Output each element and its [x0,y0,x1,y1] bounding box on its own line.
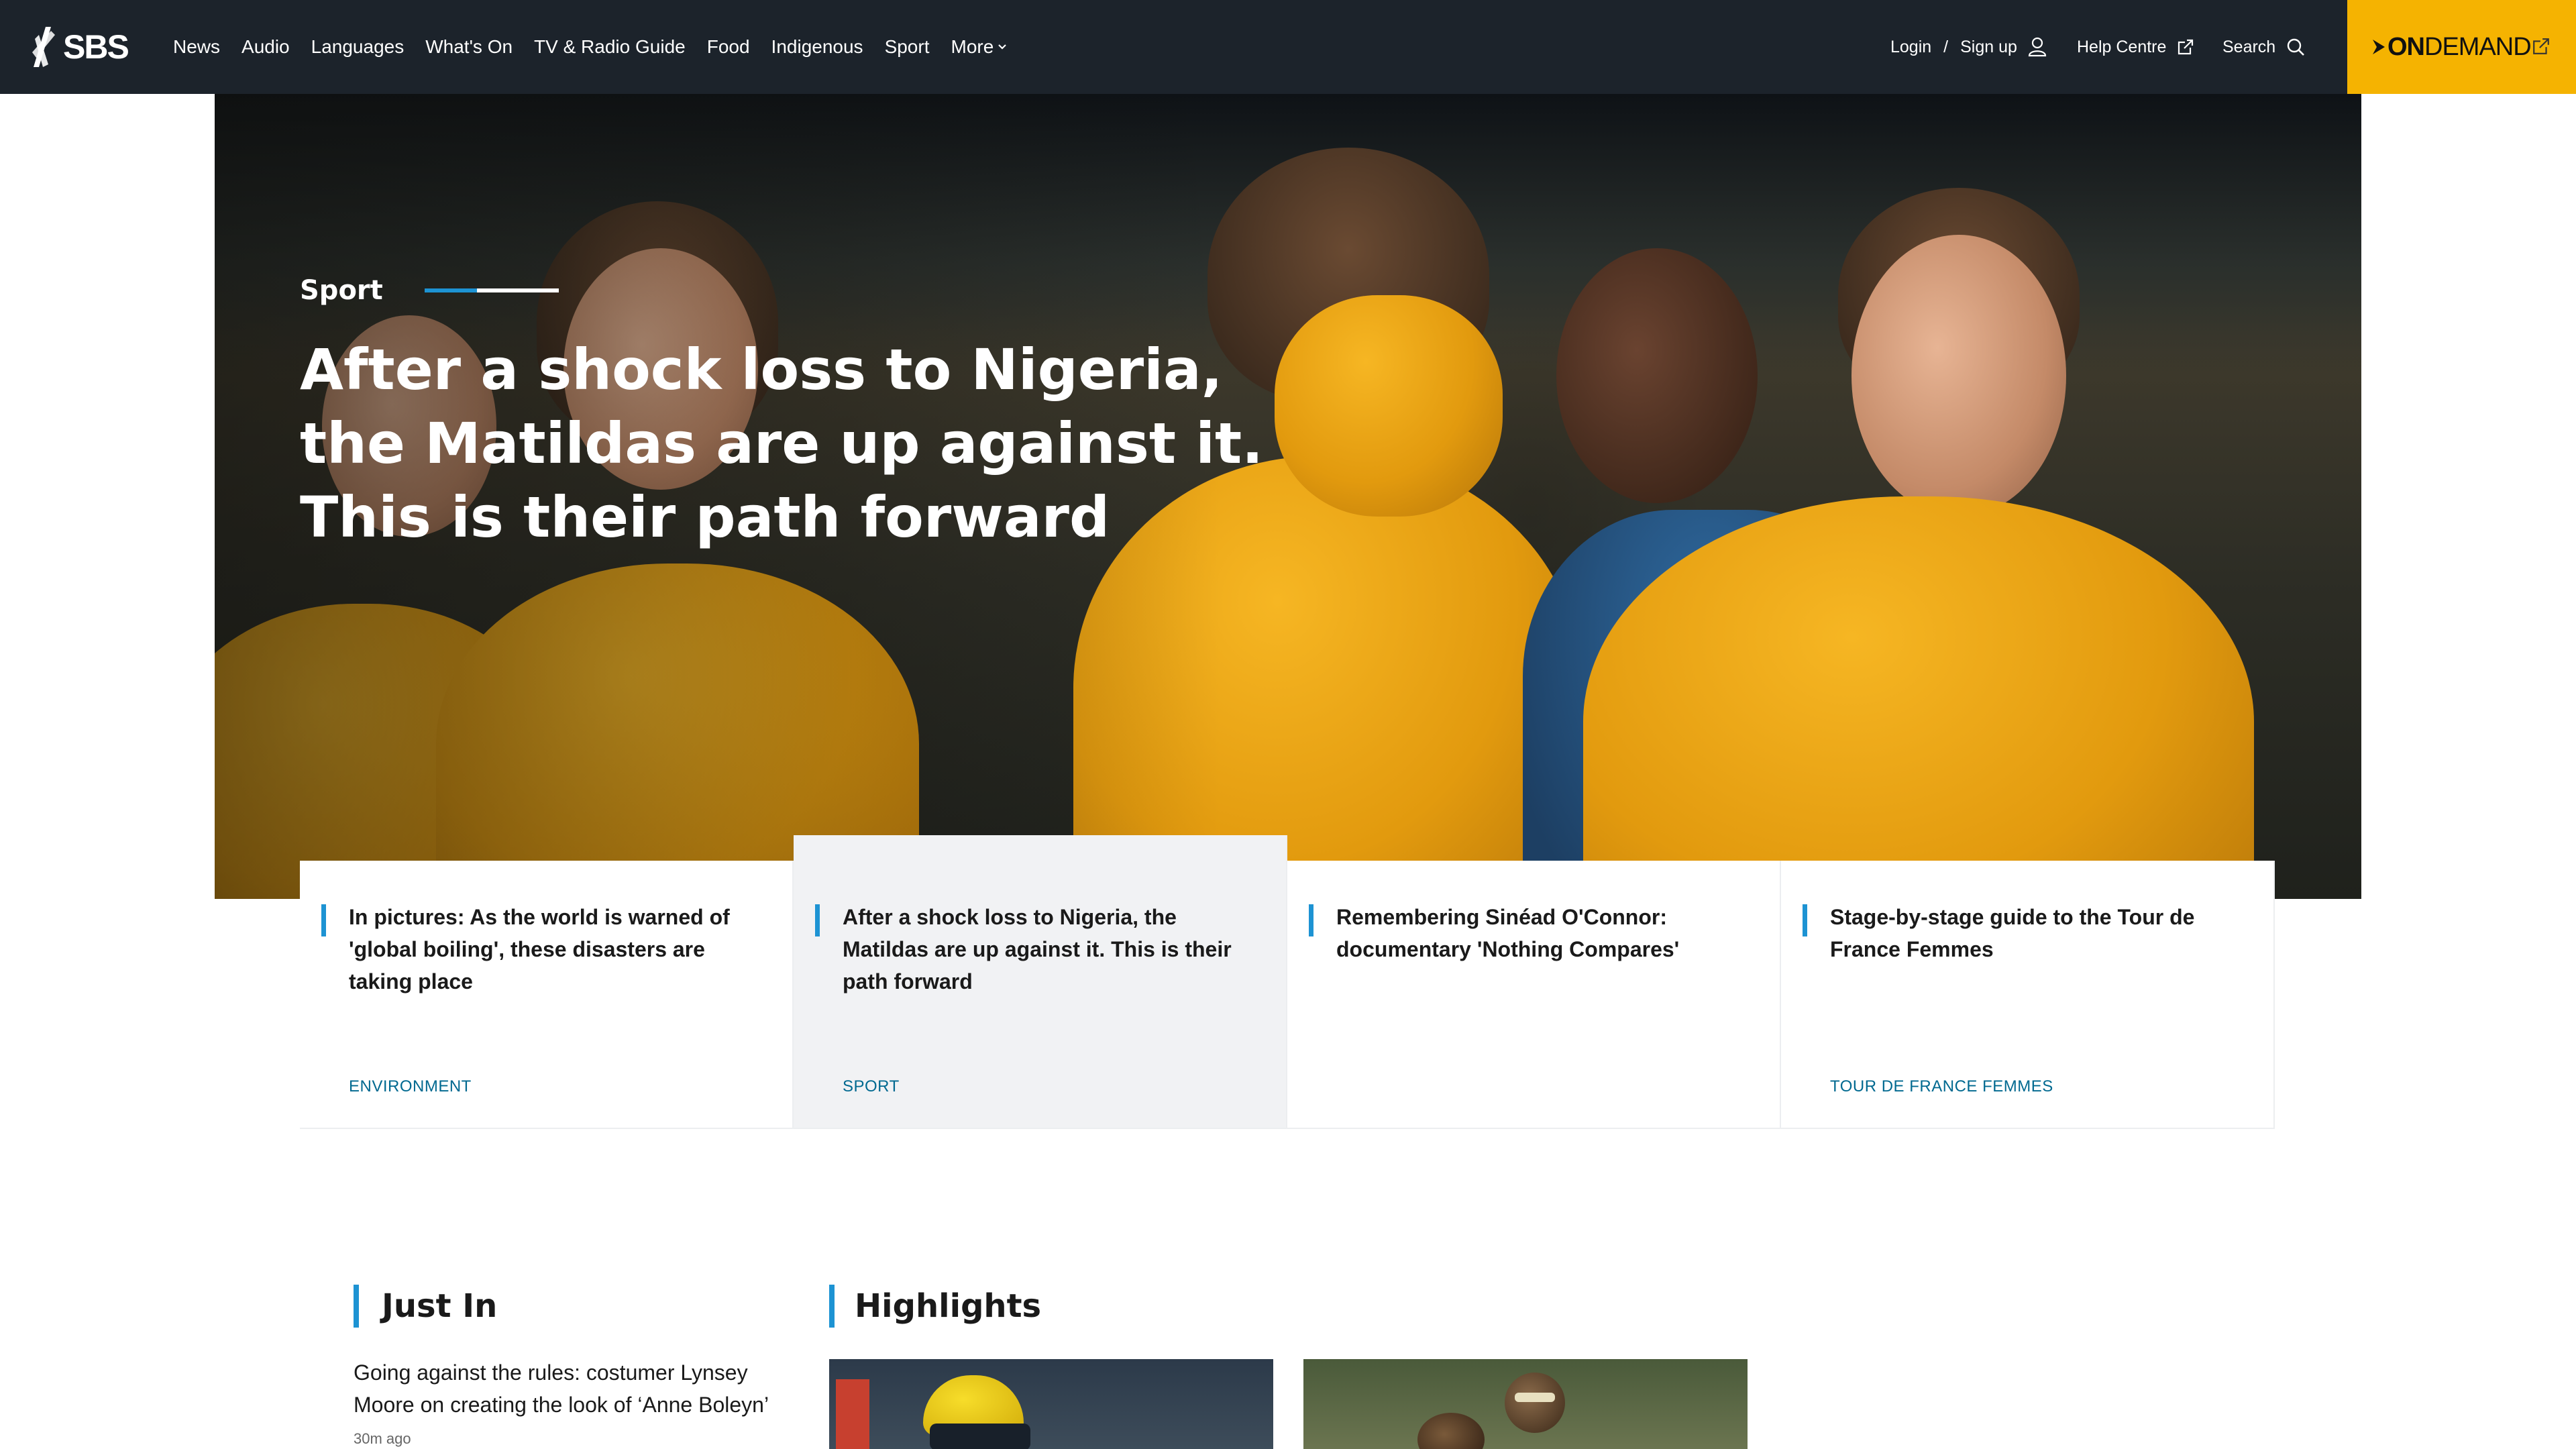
just-in-heading: Just In [354,1285,497,1328]
highlights-heading: Highlights [829,1285,1041,1328]
story-card-title: Remembering Sinéad O'Connor: documentary… [1336,905,1680,961]
hero-text-block: Sport After a shock loss to Nigeria, the… [300,275,1266,554]
story-card-title: Stage-by-stage guide to the Tour de Fran… [1830,905,2195,961]
nav-item-food[interactable]: Food [707,36,750,58]
story-card-tag[interactable]: SPORT [843,1077,900,1096]
login-link[interactable]: Login [1890,38,1931,57]
top-navigation-bar: SBS News Audio Languages What's On TV & … [0,0,2576,94]
section-accent-bar [829,1285,835,1328]
player-shape [1851,235,2066,517]
nav-item-audio[interactable]: Audio [241,36,290,58]
hero-kicker-row: Sport [300,275,1266,306]
external-link-icon [2533,38,2549,54]
thumbnail-shape [1417,1413,1485,1449]
nav-item-indigenous[interactable]: Indigenous [771,36,863,58]
hero-kicker[interactable]: Sport [300,275,383,306]
thumbnail-shape [836,1379,869,1449]
card-accent-bar [1309,904,1313,936]
main-nav: News Audio Languages What's On TV & Radi… [173,0,1028,94]
external-link-icon [2178,39,2194,55]
just-in-item-title[interactable]: Going against the rules: costumer Lynsey… [354,1356,783,1421]
story-card-title: After a shock loss to Nigeria, the Matil… [843,905,1232,994]
section-accent-bar [354,1285,359,1328]
story-card-tag[interactable]: TOUR DE FRANCE FEMMES [1830,1077,2053,1096]
logo-text: SBS [63,28,129,66]
login-separator: / [1943,37,1949,56]
highlight-thumbnail[interactable] [829,1359,1273,1449]
ondemand-button[interactable]: ON DEMAND [2347,0,2576,94]
story-card-active[interactable]: After a shock loss to Nigeria, the Matil… [794,835,1287,1129]
nav-item-more[interactable]: More [951,36,1008,58]
just-in-item-time: 30m ago [354,1430,411,1447]
hero-headline[interactable]: After a shock loss to Nigeria, the Matil… [300,333,1266,554]
story-card[interactable]: Stage-by-stage guide to the Tour de Fran… [1781,861,2275,1129]
sbs-logo-icon [32,27,55,67]
card-accent-bar [815,904,820,936]
card-accent-bar [321,904,326,936]
ondemand-demand-text: DEMAND [2424,32,2532,61]
featured-story-cards: In pictures: As the world is warned of '… [300,835,2276,1129]
help-centre-label: Help Centre [2077,37,2167,56]
thumbnail-shape [930,1424,1030,1449]
ondemand-on-text: ON [2387,32,2425,61]
nav-item-whats-on[interactable]: What's On [425,36,513,58]
just-in-title: Just In [382,1287,498,1325]
chevron-down-icon [998,44,1007,50]
player-shape [1275,295,1503,517]
sbs-logo[interactable]: SBS [31,23,131,71]
story-card[interactable]: Remembering Sinéad O'Connor: documentary… [1287,861,1781,1129]
highlights-title: Highlights [855,1287,1042,1325]
hero-carousel-progress [424,288,559,292]
story-card-tag[interactable]: ENVIRONMENT [349,1077,472,1096]
story-card-title: In pictures: As the world is warned of '… [349,905,730,994]
search-icon [2288,38,2305,56]
thumbnail-shape [1515,1393,1555,1402]
nav-item-sport[interactable]: Sport [885,36,930,58]
thumbnail-shape [1505,1373,1565,1433]
player-shape [1556,248,1758,503]
signup-link[interactable]: Sign up [1960,38,2017,57]
ondemand-arrow-icon [2373,40,2385,54]
search-label: Search [2222,37,2276,56]
more-label: More [951,36,994,57]
highlight-thumbnail[interactable] [1303,1359,1748,1449]
help-centre-link[interactable]: Help Centre [2077,0,2194,94]
account-links: Login / Sign up [1890,0,2047,94]
card-accent-bar [1803,904,1807,936]
search-button[interactable]: Search [2222,0,2305,94]
nav-item-tv-radio-guide[interactable]: TV & Radio Guide [534,36,686,58]
nav-item-languages[interactable]: Languages [311,36,405,58]
user-icon[interactable] [2028,37,2047,57]
nav-item-news[interactable]: News [173,36,220,58]
story-card[interactable]: In pictures: As the world is warned of '… [300,861,794,1129]
